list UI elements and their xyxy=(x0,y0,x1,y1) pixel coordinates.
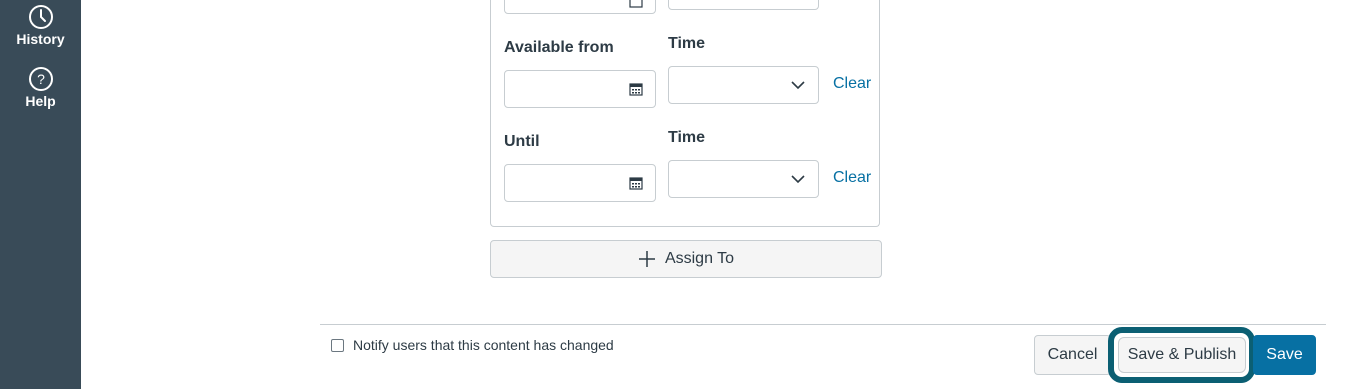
until-label: Until xyxy=(504,133,540,150)
available-from-label: Available from xyxy=(504,39,614,56)
available-from-date-input[interactable] xyxy=(504,70,656,108)
save-button[interactable]: Save xyxy=(1253,335,1316,375)
chevron-down-icon xyxy=(791,81,805,90)
due-time-select[interactable] xyxy=(668,0,819,10)
save-and-publish-button[interactable]: Save & Publish xyxy=(1118,337,1246,373)
calendar-icon[interactable] xyxy=(629,0,643,8)
clear-until-link[interactable]: Clear xyxy=(833,169,871,187)
calendar-icon[interactable] xyxy=(629,82,643,96)
due-date-input[interactable] xyxy=(504,0,656,14)
clear-available-from-link[interactable]: Clear xyxy=(833,75,871,93)
nav-item-label: Help xyxy=(25,93,56,109)
assign-to-button[interactable]: Assign To xyxy=(490,240,882,278)
nav-item-label: History xyxy=(16,31,65,47)
svg-text:?: ? xyxy=(37,71,45,87)
plus-icon xyxy=(638,251,655,267)
until-date-input[interactable] xyxy=(504,164,656,202)
until-time-label: Time xyxy=(668,129,706,146)
footer-divider xyxy=(320,324,1326,325)
assign-to-label: Assign To xyxy=(664,250,735,267)
global-nav-sidebar: History ? Help xyxy=(0,0,81,389)
question-circle-icon: ? xyxy=(28,67,53,91)
notify-label: Notify users that this content has chang… xyxy=(353,337,614,353)
until-time-select[interactable] xyxy=(668,160,819,198)
nav-item-help[interactable]: ? Help xyxy=(0,66,81,109)
clock-icon xyxy=(28,5,53,29)
available-time-label: Time xyxy=(668,35,706,52)
nav-item-history[interactable]: History xyxy=(0,4,81,47)
chevron-down-icon xyxy=(791,175,805,184)
cancel-button[interactable]: Cancel xyxy=(1034,335,1111,375)
available-from-time-select[interactable] xyxy=(668,66,819,104)
notify-checkbox[interactable] xyxy=(331,338,344,352)
calendar-icon[interactable] xyxy=(629,176,643,190)
notify-option[interactable]: Notify users that this content has chang… xyxy=(331,337,614,353)
